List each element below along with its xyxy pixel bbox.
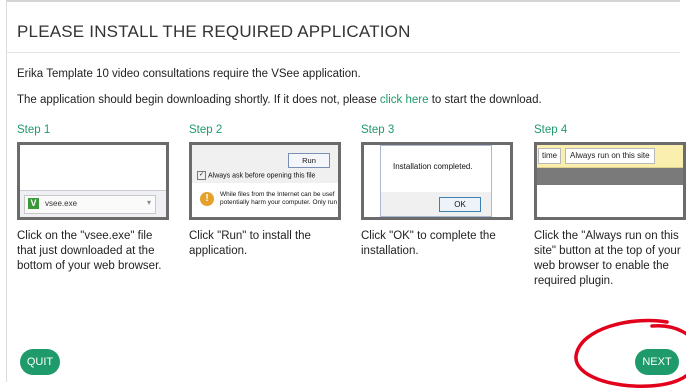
step-description: Click "Run" to install the application.	[189, 230, 311, 257]
warning-shield-icon: !	[200, 192, 214, 206]
downloaded-file-item: V vsee.exe ▾	[24, 195, 156, 214]
step-3: Step 3 Installation completed. OK Click …	[361, 124, 521, 259]
ok-button-image: OK	[439, 197, 481, 212]
vsee-file-icon: V	[28, 198, 39, 209]
downloaded-file-name: vsee.exe	[45, 199, 78, 208]
warning-line: While files from the Internet can be use…	[220, 191, 335, 198]
step-3-screenshot: Installation completed. OK	[361, 142, 513, 220]
modal-top-edge	[6, 0, 680, 2]
chevron-down-icon: ▾	[146, 198, 151, 207]
download-instructions: The application should begin downloading…	[17, 94, 542, 106]
browser-toolbar	[537, 168, 683, 185]
checkbox-label: Always ask before opening this file	[208, 172, 316, 180]
step-label: Step 3	[361, 124, 395, 136]
step-label: Step 1	[17, 124, 51, 136]
warning-line: potentially harm your computer. Only run	[220, 199, 338, 206]
step-1: Step 1 V vsee.exe ▾ Click on the "vsee.e…	[17, 124, 177, 274]
step-2-screenshot: Run ✓ Always ask before opening this file…	[189, 142, 341, 220]
modal-left-edge	[6, 0, 7, 382]
intro-text: Erika Template 10 video consultations re…	[17, 68, 361, 80]
step-2: Step 2 Run ✓ Always ask before opening th…	[189, 124, 349, 259]
always-ask-checkbox: ✓ Always ask before opening this file	[197, 171, 315, 180]
plugin-notification-bar: time Always run on this site	[537, 145, 683, 168]
step-description: Click "OK" to complete the installation.	[361, 230, 496, 257]
installation-dialog: Installation completed. OK	[380, 145, 492, 217]
step-label: Step 2	[189, 124, 223, 136]
installation-message: Installation completed.	[393, 162, 473, 171]
always-run-button-image: Always run on this site	[565, 148, 655, 164]
dialog-footer: OK	[381, 192, 491, 216]
title-divider	[6, 52, 680, 53]
run-button-image: Run	[288, 153, 330, 168]
step-description: Click on the "vsee.exe" file that just d…	[17, 230, 162, 272]
step-description: Click the "Always run on this site" butt…	[534, 230, 681, 287]
download-text-after: to start the download.	[431, 94, 542, 106]
step-label: Step 4	[534, 124, 568, 136]
download-link[interactable]: click here	[380, 94, 429, 106]
download-text-before: The application should begin downloading…	[17, 94, 377, 106]
step-4: Step 4 time Always run on this site Clic…	[534, 124, 686, 289]
modal-title: PLEASE INSTALL THE REQUIRED APPLICATION	[17, 22, 411, 41]
security-warning-text: While files from the Internet can be use…	[220, 191, 337, 207]
next-button[interactable]: NEXT	[635, 349, 679, 375]
checkbox-checked-icon: ✓	[197, 171, 206, 180]
time-button-image: time	[538, 148, 562, 164]
step-4-screenshot: time Always run on this site	[534, 142, 686, 220]
download-bar: V vsee.exe ▾	[20, 190, 166, 217]
step-1-screenshot: V vsee.exe ▾	[17, 142, 169, 220]
quit-button[interactable]: QUIT	[20, 349, 60, 375]
run-dialog-top: Run ✓ Always ask before opening this file	[192, 145, 338, 183]
